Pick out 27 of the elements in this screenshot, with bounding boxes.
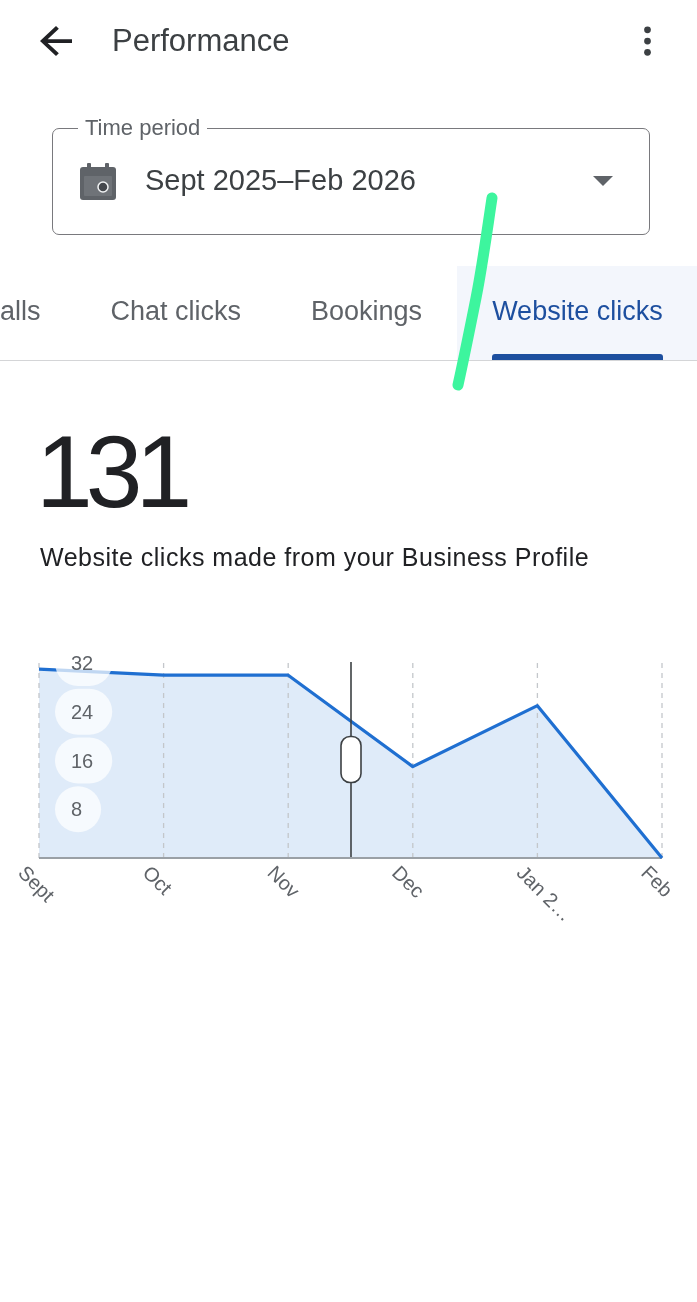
tab[interactable]: Chat clicks: [75, 266, 277, 361]
total-count: 131: [36, 421, 187, 524]
page-title: Performance: [112, 22, 290, 60]
dropdown-caret-icon: [593, 176, 613, 187]
tab[interactable]: Website clicks: [457, 266, 697, 361]
field-label: Time period: [84, 116, 202, 141]
x-axis-label: Nov: [263, 861, 305, 903]
back-arrow-icon: [40, 26, 72, 56]
y-tick-label: 32: [71, 652, 94, 675]
x-axis-label: Oct: [138, 861, 177, 899]
selected-period: Sept 2025–Feb 2026: [145, 163, 416, 199]
chart-description: Website clicks made from your Business Profile: [40, 542, 590, 573]
y-axis-label: 8: [55, 786, 102, 833]
x-axis-label: Feb: [637, 861, 678, 902]
chart-scrubber[interactable]: [339, 661, 362, 859]
y-tick-label: 24: [71, 700, 94, 723]
time-period-dropdown[interactable]: Time period Sept 2025–Feb 2026: [52, 116, 650, 236]
x-axis-label: Jan 2…: [512, 861, 577, 926]
more-options-icon: [642, 26, 653, 56]
y-tick-label: 8: [71, 798, 83, 821]
y-tick-label: 16: [71, 749, 94, 772]
y-axis-label: 24: [55, 688, 113, 735]
tab[interactable]: Bookings: [276, 266, 458, 361]
x-axis-label: Dec: [387, 861, 429, 903]
tab[interactable]: alls: [0, 266, 76, 361]
y-axis-label: 16: [55, 737, 113, 784]
calendar-icon: [80, 162, 116, 200]
